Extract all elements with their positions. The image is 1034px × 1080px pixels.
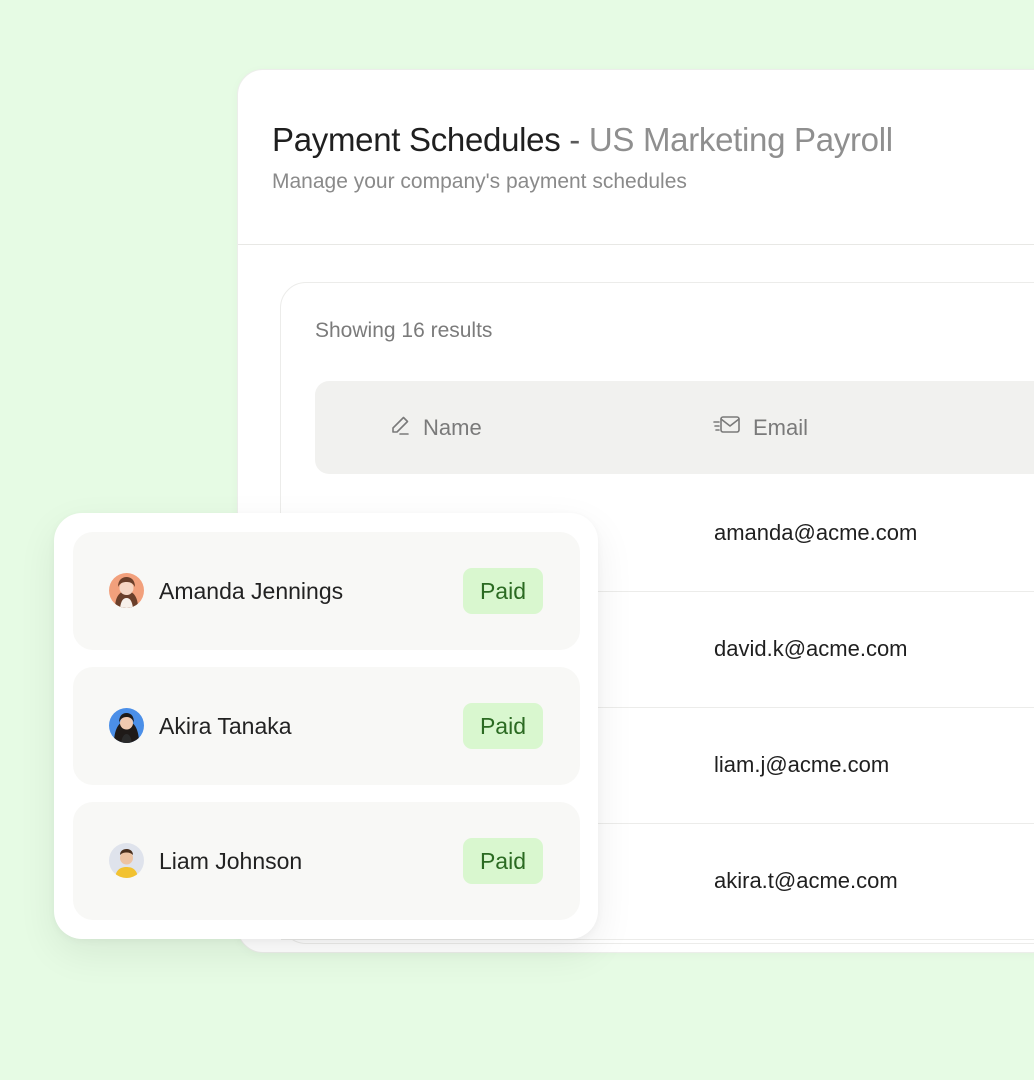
- status-badge: Paid: [463, 703, 543, 749]
- avatar: [109, 708, 144, 743]
- table-header: Name Email: [315, 381, 1034, 474]
- employee-name: Akira Tanaka: [159, 712, 292, 739]
- column-header-email[interactable]: Email: [713, 381, 808, 474]
- row-email: david.k@acme.com: [714, 636, 908, 661]
- page-title-main: Payment Schedules: [272, 121, 561, 158]
- page-header: Payment Schedules - US Marketing Payroll…: [238, 70, 1034, 245]
- avatar: [109, 843, 144, 878]
- row-email: akira.t@acme.com: [714, 868, 898, 893]
- pencil-icon: [389, 414, 423, 442]
- column-header-email-label: Email: [753, 414, 809, 440]
- page-title-separator: -: [569, 121, 580, 158]
- avatar: [109, 573, 144, 608]
- employee-name: Liam Johnson: [159, 847, 303, 874]
- column-header-name-label: Name: [423, 414, 482, 440]
- column-header-name[interactable]: Name: [389, 381, 482, 474]
- status-badge: Paid: [463, 568, 543, 614]
- payment-item[interactable]: Liam Johnson Paid: [73, 802, 580, 920]
- row-email: liam.j@acme.com: [714, 752, 890, 777]
- employee-name: Amanda Jennings: [159, 577, 344, 604]
- status-badge: Paid: [463, 838, 543, 884]
- results-count: Showing 16 results: [315, 319, 493, 342]
- payment-item[interactable]: Amanda Jennings Paid: [73, 532, 580, 650]
- payment-item[interactable]: Akira Tanaka Paid: [73, 667, 580, 785]
- page-title: Payment Schedules - US Marketing Payroll: [272, 120, 1034, 160]
- mail-icon: [713, 414, 753, 442]
- page-title-payroll: US Marketing Payroll: [588, 121, 893, 158]
- row-email: amanda@acme.com: [714, 520, 918, 545]
- page-subtitle: Manage your company's payment schedules: [272, 170, 687, 193]
- payment-status-popover: Amanda Jennings Paid Akira Tanaka Paid L…: [54, 513, 598, 939]
